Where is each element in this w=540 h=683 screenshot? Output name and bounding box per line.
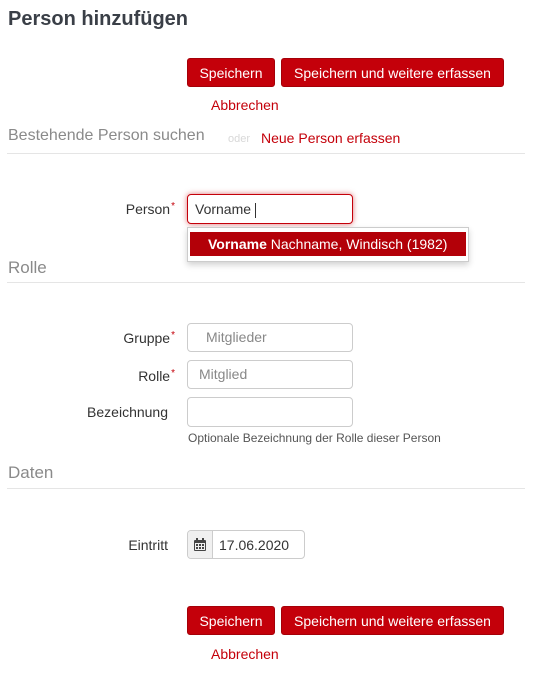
group-label: Gruppe* bbox=[123, 330, 175, 346]
role-label: Rolle* bbox=[138, 368, 175, 384]
role-section-title: Rolle bbox=[8, 258, 47, 277]
designation-help-text: Optionale Bezeichnung der Rolle dieser P… bbox=[188, 431, 441, 445]
group-field[interactable]: Mitglieder bbox=[187, 323, 353, 352]
person-search-input[interactable]: Vorname bbox=[187, 194, 353, 224]
or-separator: oder bbox=[228, 133, 251, 145]
page-title: Person hinzufügen bbox=[8, 8, 188, 30]
designation-label: Bezeichnung bbox=[87, 404, 168, 420]
data-section-title: Daten bbox=[8, 463, 54, 482]
role-field[interactable]: Mitglied bbox=[187, 360, 353, 389]
calendar-icon[interactable] bbox=[188, 531, 213, 558]
save-and-add-more-button-top[interactable]: Speichern und weitere erfassen bbox=[281, 58, 504, 87]
autocomplete-option[interactable]: Vorname Nachname, Windisch (1982) bbox=[190, 232, 466, 256]
text-cursor bbox=[254, 202, 256, 218]
entry-date-field[interactable]: 17.06.2020 bbox=[187, 530, 305, 559]
save-button-bottom[interactable]: Speichern bbox=[187, 606, 275, 635]
autocomplete-dropdown: Vorname Nachname, Windisch (1982) bbox=[187, 227, 469, 262]
save-and-add-more-button-bottom[interactable]: Speichern und weitere erfassen bbox=[281, 606, 504, 635]
divider bbox=[7, 282, 525, 283]
new-person-link[interactable]: Neue Person erfassen bbox=[261, 130, 400, 146]
divider bbox=[7, 153, 525, 154]
cancel-link-bottom[interactable]: Abbrechen bbox=[211, 646, 279, 662]
search-section-title: Bestehende Person suchen bbox=[8, 127, 205, 144]
cancel-link-top[interactable]: Abbrechen bbox=[211, 97, 279, 113]
person-label: Person* bbox=[125, 201, 175, 217]
divider bbox=[7, 488, 525, 489]
entry-date-value: 17.06.2020 bbox=[219, 537, 290, 553]
designation-input[interactable] bbox=[187, 397, 353, 427]
entry-date-label: Eintritt bbox=[128, 537, 168, 553]
save-button-top[interactable]: Speichern bbox=[187, 58, 275, 87]
